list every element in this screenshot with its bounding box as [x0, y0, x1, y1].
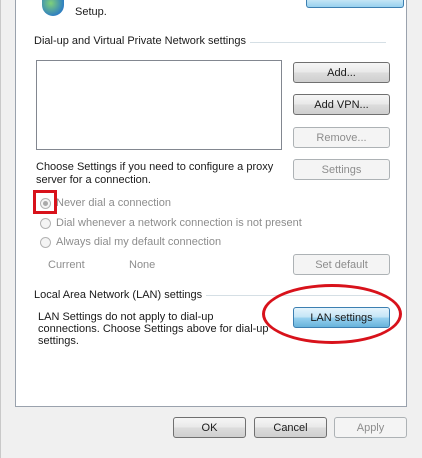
lan-section-label: Local Area Network (LAN) settings — [34, 289, 207, 301]
settings-button[interactable]: Settings — [293, 159, 390, 180]
radio-always-dial[interactable]: Always dial my default connection — [40, 236, 221, 248]
setup-button-partial[interactable] — [306, 0, 404, 8]
connections-listbox[interactable] — [36, 60, 282, 150]
apply-button[interactable]: Apply — [334, 417, 407, 438]
radio-dial-whenever[interactable]: Dial whenever a network connection is no… — [40, 217, 302, 229]
radio-always-dial-label: Always dial my default connection — [56, 236, 222, 248]
current-label: Current — [48, 259, 85, 271]
internet-options-window: Setup. Dial-up and Virtual Private Netwo… — [0, 0, 422, 458]
add-button[interactable]: Add... — [293, 62, 390, 83]
proxy-instructions-text: Choose Settings if you need to configure… — [36, 161, 274, 186]
setup-text: Setup. — [75, 6, 107, 18]
lan-settings-highlight-ellipse — [262, 284, 402, 344]
connections-tab-panel: Setup. Dial-up and Virtual Private Netwo… — [15, 0, 407, 407]
remove-button[interactable]: Remove... — [293, 127, 390, 148]
add-vpn-button[interactable]: Add VPN... — [293, 94, 390, 115]
cancel-button[interactable]: Cancel — [254, 417, 327, 438]
radio-always-dial-indicator[interactable] — [40, 236, 51, 248]
radio-never-dial-label: Never dial a connection — [56, 197, 171, 209]
current-value: None — [129, 259, 156, 271]
radio-dial-whenever-label: Dial whenever a network connection is no… — [56, 217, 302, 229]
dialup-section-label: Dial-up and Virtual Private Network sett… — [34, 35, 250, 47]
ok-button[interactable]: OK — [173, 417, 246, 438]
globe-icon — [42, 0, 64, 16]
set-default-button[interactable]: Set default — [293, 254, 390, 275]
never-dial-highlight-box — [33, 190, 57, 214]
radio-never-dial[interactable]: Never dial a connection — [40, 197, 171, 209]
lan-info-text: LAN Settings do not apply to dial-up con… — [38, 311, 269, 347]
radio-dial-whenever-indicator[interactable] — [40, 217, 51, 229]
